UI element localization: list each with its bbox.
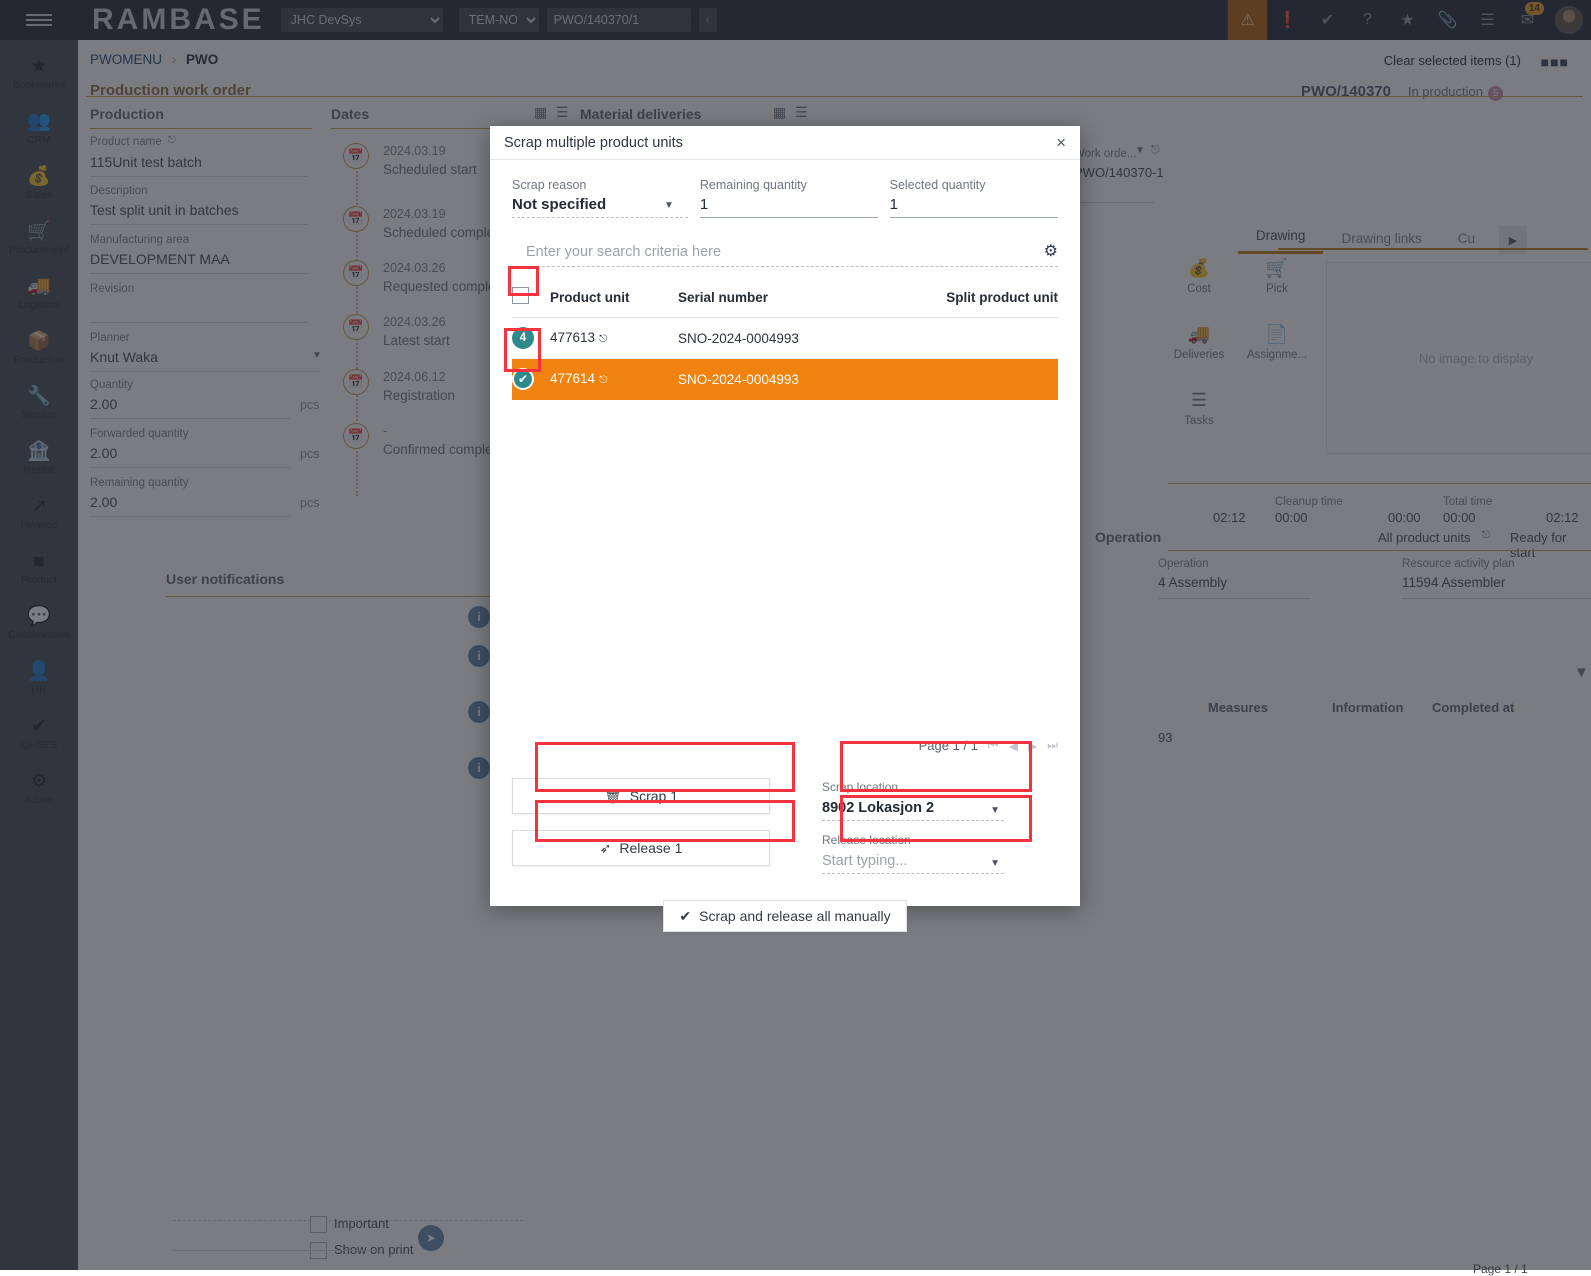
product-units-table: Product unit Serial number Split product… bbox=[512, 281, 1058, 400]
scrap-reason-value: Not specified bbox=[512, 196, 688, 218]
select-all-cell[interactable] bbox=[512, 281, 550, 318]
settings-gear-icon[interactable]: ⚙ bbox=[1044, 241, 1058, 261]
row-checkbox-cell[interactable]: ✔ bbox=[512, 359, 550, 400]
table-row[interactable]: 4 477613 ⎋ SNO-2024-0004993 bbox=[512, 318, 1058, 359]
search-input[interactable] bbox=[512, 240, 1058, 267]
row-product-unit[interactable]: 477614 ⎋ bbox=[550, 359, 678, 400]
page-indicator: Page 1 / 1 bbox=[919, 738, 978, 753]
external-link-icon[interactable]: ⎋ bbox=[599, 374, 607, 386]
table-row[interactable]: ✔ 477614 ⎋ SNO-2024-0004993 bbox=[512, 359, 1058, 400]
product-unit-value: 477614 bbox=[550, 371, 595, 386]
release-location-placeholder: Start typing... bbox=[822, 851, 1004, 874]
scrap-location-field[interactable]: Scrap location 8902 Lokasjon 2 ▼ bbox=[822, 780, 1004, 821]
product-unit-value: 477613 bbox=[550, 330, 595, 345]
dialog-fields-row: Scrap reason Not specified ▼ Remaining q… bbox=[512, 178, 1058, 218]
last-page-icon[interactable]: ⏭ bbox=[1047, 738, 1058, 753]
row-split-product-unit bbox=[878, 359, 1058, 400]
scrap-button[interactable]: 🗑 Scrap 1 bbox=[512, 778, 770, 814]
scrap-multiple-product-units-dialog: Scrap multiple product units × Scrap rea… bbox=[490, 126, 1080, 906]
row-selected-checkbox[interactable]: ✔ bbox=[512, 368, 534, 390]
arrow-forward-icon: ➶ bbox=[600, 840, 612, 857]
column-serial-number[interactable]: Serial number bbox=[678, 281, 878, 318]
next-page-icon[interactable]: ▶ bbox=[1028, 739, 1037, 753]
row-serial-number: SNO-2024-0004993 bbox=[678, 318, 878, 359]
row-badge-cell: 4 bbox=[512, 318, 550, 359]
remaining-quantity-label: Remaining quantity bbox=[700, 178, 878, 192]
scrap-location-label: Scrap location bbox=[822, 780, 1004, 794]
table-header-row: Product unit Serial number Split product… bbox=[512, 281, 1058, 318]
trash-icon: 🗑 bbox=[604, 788, 622, 805]
scrap-location-value: 8902 Lokasjon 2 bbox=[822, 798, 1004, 821]
chevron-down-icon[interactable]: ▼ bbox=[664, 200, 674, 211]
search-row: ⚙ bbox=[512, 240, 1058, 267]
external-link-icon[interactable]: ⎋ bbox=[599, 333, 607, 345]
scrap-reason-field[interactable]: Scrap reason Not specified ▼ bbox=[512, 178, 688, 218]
dialog-title: Scrap multiple product units bbox=[504, 135, 683, 151]
column-split-product-unit[interactable]: Split product unit bbox=[878, 281, 1058, 318]
chevron-down-icon[interactable]: ▼ bbox=[990, 805, 1000, 816]
release-location-label: Release location bbox=[822, 833, 1004, 847]
unit-count-badge: 4 bbox=[512, 327, 534, 349]
close-icon[interactable]: × bbox=[1056, 134, 1066, 151]
selected-quantity-value: 1 bbox=[890, 196, 1058, 218]
column-product-unit[interactable]: Product unit bbox=[550, 281, 678, 318]
release-location-field[interactable]: Release location Start typing... ▼ bbox=[822, 833, 1004, 874]
scrap-and-release-all-label: Scrap and release all manually bbox=[699, 908, 890, 924]
scrap-button-label: Scrap 1 bbox=[630, 788, 678, 804]
pagination: Page 1 / 1 ⏮ ◀ ▶ ⏭ bbox=[490, 738, 1058, 753]
selected-quantity-label: Selected quantity bbox=[890, 178, 1058, 192]
selected-quantity-field[interactable]: Selected quantity 1 bbox=[890, 178, 1058, 218]
row-split-product-unit bbox=[878, 318, 1058, 359]
row-product-unit[interactable]: 477613 ⎋ bbox=[550, 318, 678, 359]
first-page-icon[interactable]: ⏮ bbox=[988, 738, 999, 753]
remaining-quantity-field[interactable]: Remaining quantity 1 bbox=[700, 178, 878, 218]
dialog-body: Scrap reason Not specified ▼ Remaining q… bbox=[490, 160, 1080, 906]
row-serial-number: SNO-2024-0004993 bbox=[678, 359, 878, 400]
select-all-checkbox[interactable] bbox=[512, 287, 529, 304]
check-icon: ✔ bbox=[679, 908, 691, 925]
release-button[interactable]: ➶ Release 1 bbox=[512, 830, 770, 866]
dialog-header: Scrap multiple product units × bbox=[490, 126, 1080, 160]
chevron-down-icon[interactable]: ▼ bbox=[990, 858, 1000, 869]
dialog-actions: 🗑 Scrap 1 ➶ Release 1 Scrap location 890… bbox=[512, 778, 1058, 874]
remaining-quantity-value: 1 bbox=[700, 196, 878, 218]
scrap-and-release-all-button[interactable]: ✔ Scrap and release all manually bbox=[663, 900, 907, 932]
scrap-reason-label: Scrap reason bbox=[512, 178, 688, 192]
prev-page-icon[interactable]: ◀ bbox=[1009, 739, 1018, 753]
release-button-label: Release 1 bbox=[619, 840, 682, 856]
